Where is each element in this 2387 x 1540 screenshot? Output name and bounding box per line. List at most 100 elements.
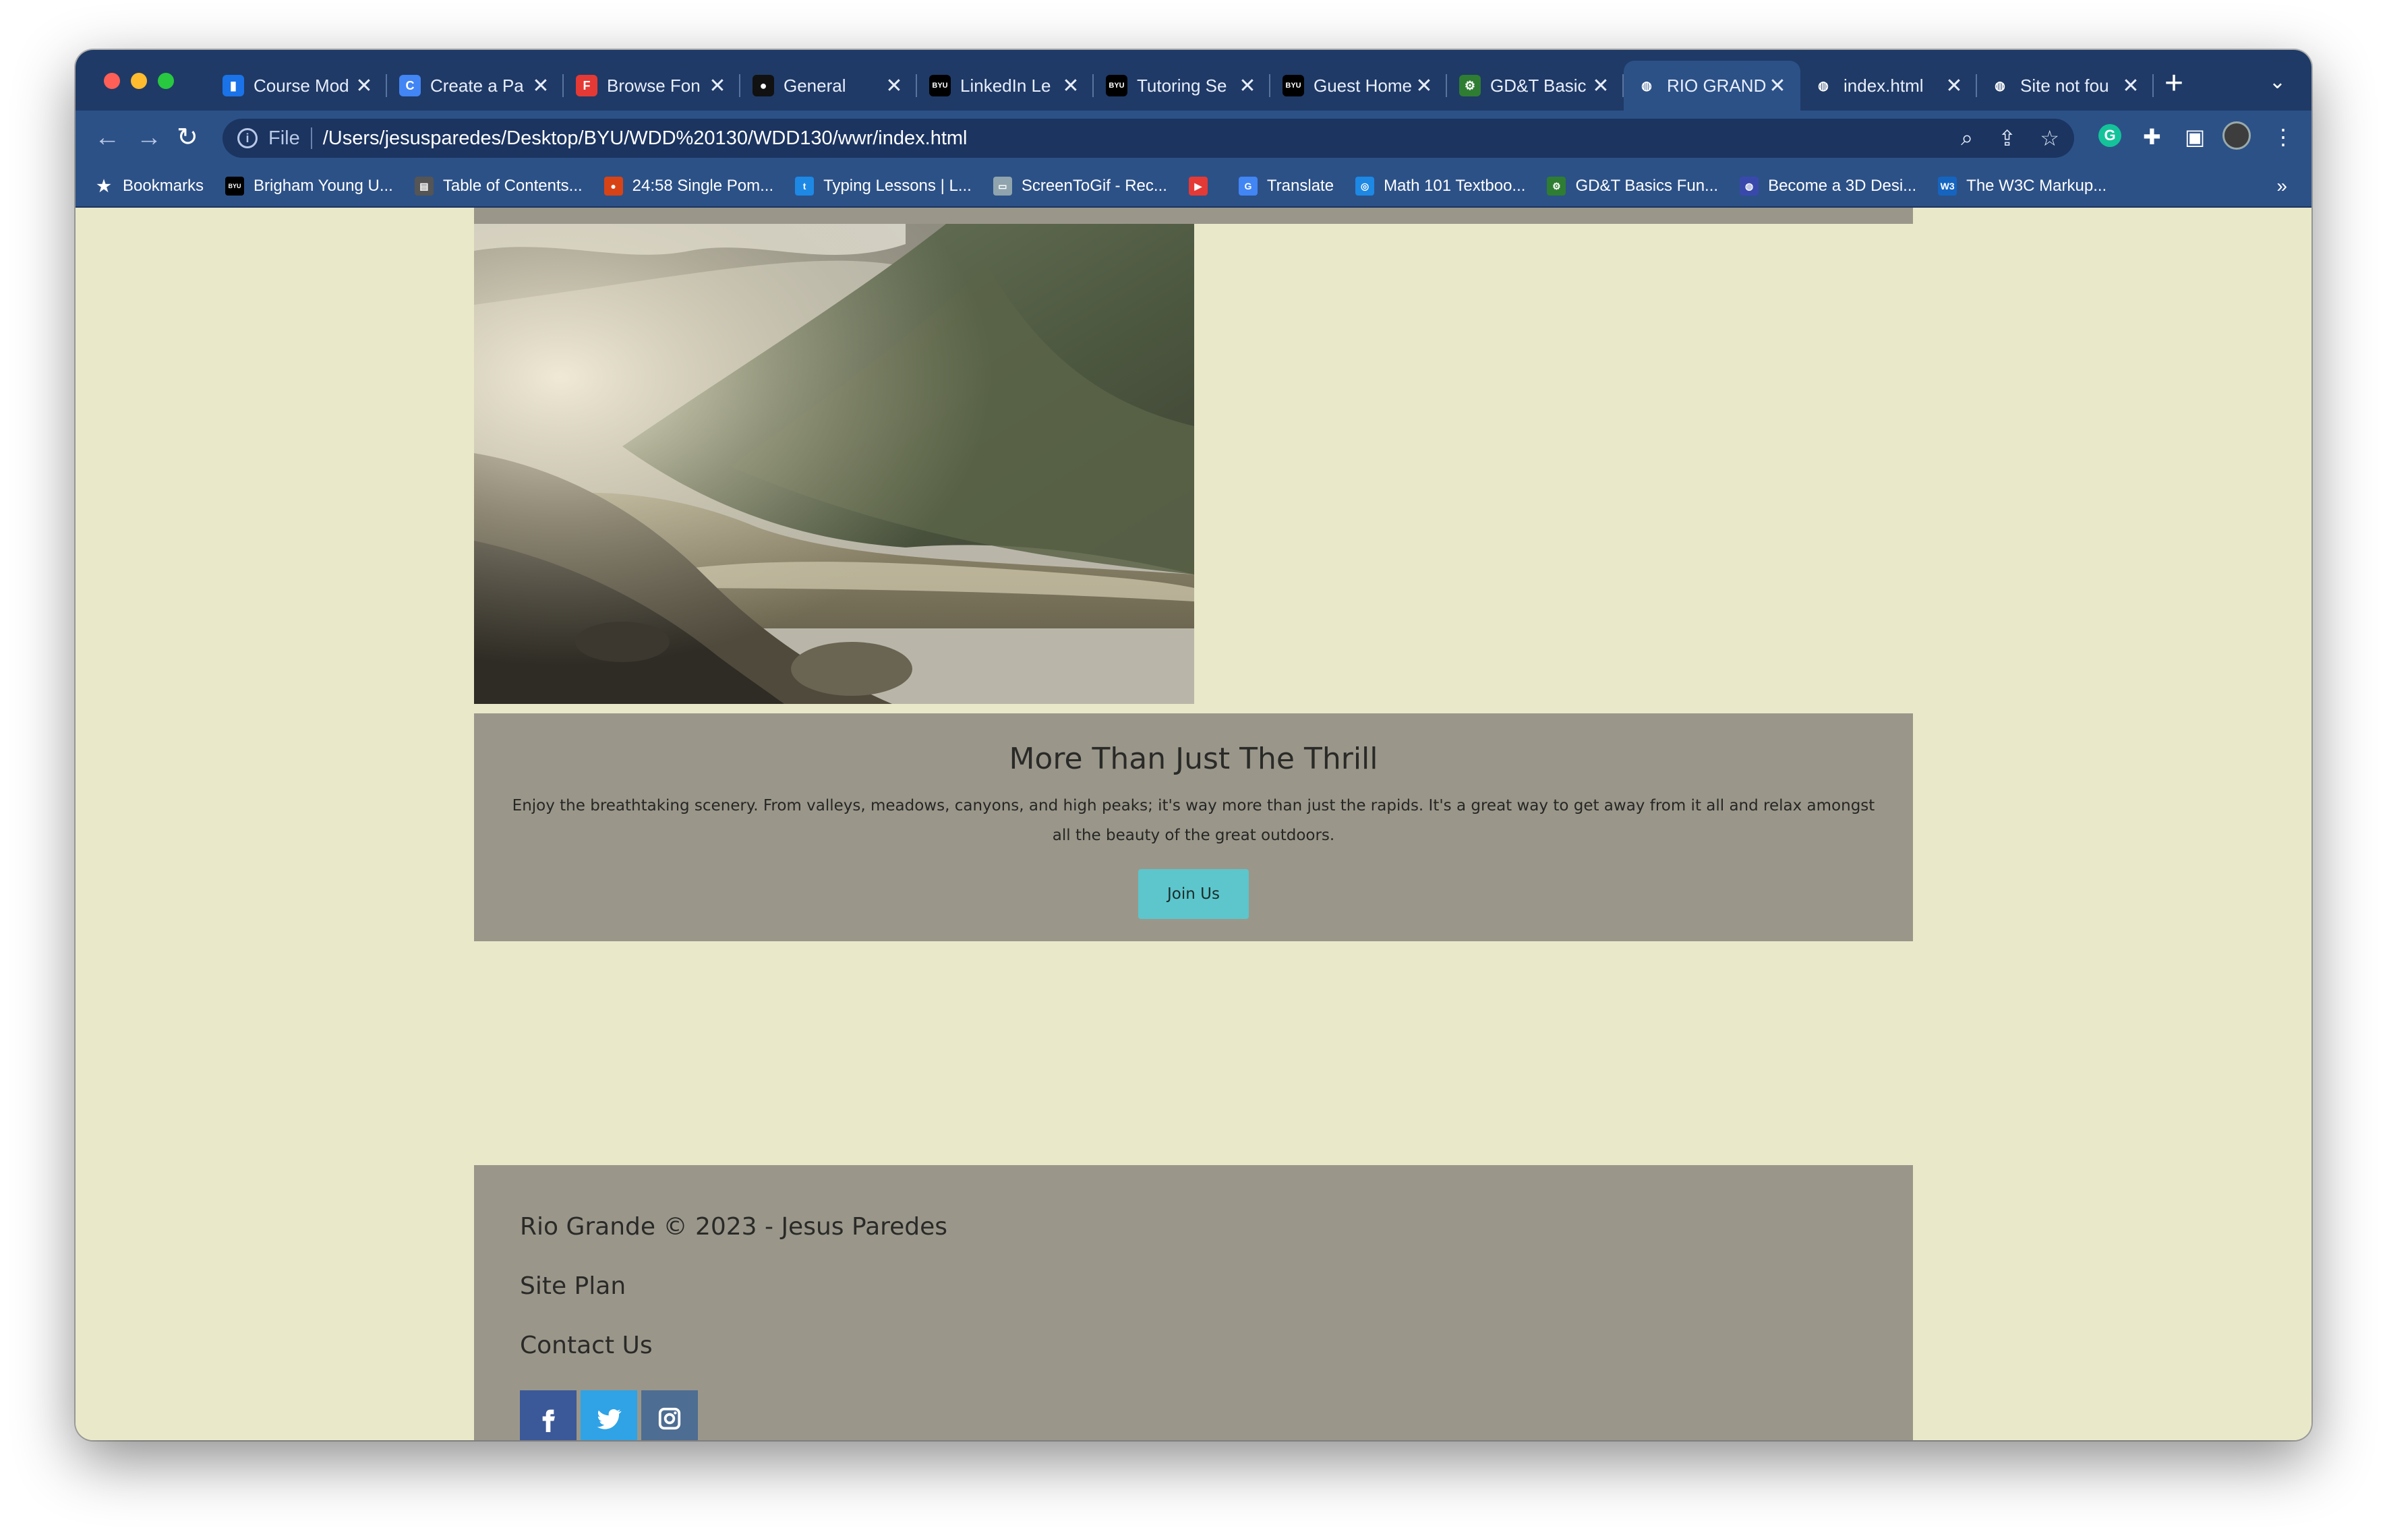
close-tab-icon[interactable]: ✕ [2120,74,2142,98]
footer-site-plan-link[interactable]: Site Plan [520,1272,1913,1331]
bookmark-item[interactable]: ▭ ScreenToGif - Rec... [993,177,1167,196]
address-separator [310,127,312,149]
bookmark-star-icon[interactable]: ☆ [2040,125,2059,151]
browser-tab[interactable]: ▮ Course Mod ✕ [210,61,387,111]
bookmark-item[interactable]: ▶ [1188,177,1217,196]
bookmark-label: GD&T Basics Fun... [1575,177,1719,195]
grammarly-extension-icon[interactable]: G [2098,124,2121,147]
facebook-icon[interactable] [520,1390,577,1440]
byu-icon: BYU [929,75,951,96]
byu-icon: BYU [1283,75,1304,96]
close-tab-icon[interactable]: ✕ [530,74,552,98]
bookmark-label: ScreenToGif - Rec... [1021,177,1167,195]
bookmark-label: Bookmarks [123,177,204,195]
byu-icon: BYU [1106,75,1127,96]
bookmark-item[interactable]: t Typing Lessons | L... [795,177,972,196]
gear-icon: ⚙ [1547,177,1566,196]
browser-toolbar: ← → ↻ i File /Users/jesusparedes/Desktop… [76,111,2311,166]
browser-tab[interactable]: BYU Tutoring Se ✕ [1094,61,1270,111]
close-tab-icon[interactable]: ✕ [883,74,905,98]
typing-icon: t [795,177,815,196]
bookmark-label: Typing Lessons | L... [823,177,972,195]
bookmark-label: Table of Contents... [442,177,583,195]
close-tab-icon[interactable]: ✕ [1060,74,1082,98]
browser-tab[interactable]: BYU LinkedIn Le ✕ [917,61,1094,111]
tab-title: Tutoring Se [1137,75,1227,96]
close-tab-icon[interactable]: ✕ [1590,74,1612,98]
side-panel-icon[interactable]: ▣ [2185,124,2205,150]
tab-search-chevron-icon[interactable]: ⌄ [2269,70,2286,94]
close-tab-icon[interactable]: ✕ [707,74,728,98]
bookmark-item[interactable]: ◍ Become a 3D Desi... [1740,177,1916,196]
minimize-window-button[interactable] [131,73,147,89]
bookmark-label: Become a 3D Desi... [1768,177,1917,195]
tab-title: RIO GRANDE [1667,75,1767,96]
twitter-icon[interactable] [581,1390,637,1440]
address-scheme-label: File [268,127,300,149]
maximize-window-button[interactable] [158,73,174,89]
browser-tab[interactable]: ◍ index.html ✕ [1800,61,1977,111]
profile-avatar[interactable] [2222,121,2251,150]
browser-tab[interactable]: ● General ✕ [740,61,917,111]
byu-icon: BYU [225,177,245,196]
star-icon: ★ [96,177,111,196]
bookmark-item[interactable]: G Translate [1238,177,1334,196]
browser-tab[interactable]: ⚙ GD&T Basic ✕ [1447,61,1624,111]
header-strip [474,208,1913,224]
instagram-icon[interactable] [641,1390,698,1440]
bookmark-item[interactable]: ⚙ GD&T Basics Fun... [1547,177,1718,196]
circle-c-icon: C [399,75,421,96]
info-icon[interactable]: i [237,128,258,148]
bookmark-item[interactable]: ◎ Math 101 Textboo... [1355,177,1525,196]
globe-icon: ◍ [1740,177,1759,196]
screen-icon: ▭ [993,177,1012,196]
browser-tab[interactable]: F Browse Fon ✕ [564,61,740,111]
address-url[interactable]: /Users/jesusparedes/Desktop/BYU/WDD%2013… [323,127,968,150]
section-paragraph: Enjoy the breathtaking scenery. From val… [512,797,1875,844]
bookmark-item[interactable]: BYU Brigham Young U... [225,177,393,196]
close-tab-icon[interactable]: ✕ [1767,74,1788,98]
close-window-button[interactable] [104,73,120,89]
browser-tab[interactable]: C Create a Pa ✕ [387,61,564,111]
bookmark-item[interactable]: ▤ Table of Contents... [414,177,583,196]
fonts-icon: F [576,75,597,96]
bookmark-label: The W3C Markup... [1966,177,2107,195]
bookmarks-bar: ★ Bookmarks BYU Brigham Young U... ▤ Table of… [76,166,2311,208]
browser-tab[interactable]: ◍ Site not fou ✕ [1977,61,2154,111]
new-tab-button[interactable]: + [2164,67,2183,100]
site-footer: Rio Grande © 2023 - Jesus Paredes Site P… [474,1165,1913,1440]
browser-tab[interactable]: BYU Guest Home ✕ [1270,61,1447,111]
extensions-puzzle-icon[interactable]: ✚ [2143,124,2161,150]
tab-title: Site not fou [2020,75,2109,96]
social-links [520,1390,1913,1440]
close-tab-icon[interactable]: ✕ [353,74,375,98]
bookmark-item[interactable]: ● 24:58 Single Pom... [603,177,773,196]
reload-icon[interactable]: ↻ [177,123,198,152]
zoom-search-icon[interactable]: ⌕ [1961,125,1973,151]
bookmark-item[interactable]: ★ Bookmarks [94,177,204,196]
close-tab-icon[interactable]: ✕ [1943,74,1965,98]
github-icon: ● [753,75,774,96]
close-tab-icon[interactable]: ✕ [1237,74,1258,98]
forward-arrow-icon[interactable]: → [136,123,162,152]
browser-tab[interactable]: ◍ RIO GRANDE✕ [1624,61,1800,111]
globe-icon: ◍ [1989,75,2011,96]
bookmark-item[interactable]: W3 The W3C Markup... [1938,177,2106,196]
back-arrow-icon[interactable]: ← [94,123,120,152]
address-bar[interactable]: i File /Users/jesusparedes/Desktop/BYU/W… [223,119,2074,158]
math-icon: ◎ [1355,177,1375,196]
bookmarks-overflow-icon[interactable]: » [2276,175,2287,197]
bookmark-label: Brigham Young U... [254,177,393,195]
share-icon[interactable]: ⇪ [1998,125,2016,151]
kebab-menu-icon[interactable]: ⋮ [2272,124,2294,150]
footer-contact-link[interactable]: Contact Us [520,1331,1913,1390]
browser-window: ▮ Course Mod ✕ C Create a Pa ✕ F Browse Fon ✕ ● Ge… [76,50,2311,1440]
bookmark-label: Translate [1266,177,1334,195]
tab-list: ▮ Course Mod ✕ C Create a Pa ✕ F Browse Fon ✕ ● Ge… [210,61,2154,111]
globe-icon: ◍ [1813,75,1834,96]
tab-strip: ▮ Course Mod ✕ C Create a Pa ✕ F Browse Fon ✕ ● Ge… [76,50,2311,111]
section-heading: More Than Just The Thrill [1009,742,1378,776]
youtube-icon: ▶ [1188,177,1208,196]
join-us-button[interactable]: Join Us [1138,869,1249,919]
close-tab-icon[interactable]: ✕ [1413,74,1435,98]
